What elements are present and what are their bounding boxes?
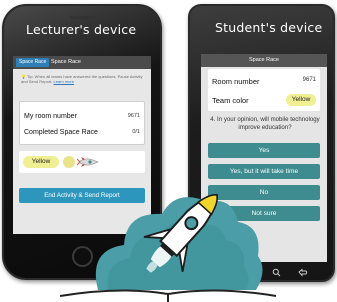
back-icon[interactable] <box>298 268 308 279</box>
student-room-value: 9671 <box>302 77 316 83</box>
team-color-badge: Yellow <box>23 156 59 168</box>
answer-button-yes-later[interactable]: Yes, but it will take time <box>208 164 320 179</box>
student-team-badge: Yellow <box>286 94 316 106</box>
earpiece-speaker <box>70 16 96 19</box>
student-info-card: Room number 9671 Team color Yellow <box>208 69 320 111</box>
top-bar-title: Space Race <box>51 59 81 65</box>
answer-button-not-sure[interactable]: Not sure <box>208 206 320 221</box>
completed-label: Completed Space Race <box>24 129 98 136</box>
answer-button-no[interactable]: No <box>208 185 320 200</box>
team-progress-row: Yellow <box>19 151 145 173</box>
lecturer-device-label: Lecturer's device <box>26 22 137 37</box>
search-icon[interactable] <box>272 268 281 279</box>
team-color-label: Team color <box>212 96 249 105</box>
team-color-dot <box>63 156 75 168</box>
tip-message: 💡 Tip: When all teams have answered the … <box>21 74 145 84</box>
home-icon[interactable] <box>246 268 255 279</box>
completed-value: 0/1 <box>132 129 140 135</box>
student-room-row: Room number 9671 <box>212 77 316 86</box>
student-phone: Student's device Space Race Room number … <box>188 4 335 282</box>
lecturer-top-bar: Space Race Space Race <box>13 56 151 69</box>
tab-space-race[interactable]: Space Race <box>16 58 50 67</box>
student-device-label: Student's device <box>215 20 323 35</box>
end-activity-button[interactable]: End Activity & Send Report <box>19 188 145 203</box>
room-number-value: 9671 <box>127 113 140 119</box>
room-number-row: My room number 9671 <box>24 113 140 120</box>
student-top-bar-title: Space Race <box>249 57 279 63</box>
lecturer-screen: Space Race Space Race 💡 Tip: When all te… <box>13 56 151 234</box>
room-number-label: My room number <box>24 113 77 120</box>
student-team-row: Team color Yellow <box>212 94 316 106</box>
book-icon <box>59 289 277 302</box>
student-screen: Space Race Room number 9671 Team color Y… <box>201 54 327 262</box>
rocket-progress-icon <box>77 157 99 167</box>
question-text: 4. In your opinion, will mobile technolo… <box>210 116 320 131</box>
home-button[interactable] <box>72 246 93 267</box>
answer-button-yes[interactable]: Yes <box>208 143 320 158</box>
learn-more-link[interactable]: Learn more <box>53 79 73 84</box>
tip-text: Tip: When all teams have answered the qu… <box>21 74 143 84</box>
student-room-label: Room number <box>212 77 260 86</box>
lecturer-stats-card: My room number 9671 Completed Space Race… <box>19 101 145 145</box>
completed-row: Completed Space Race 0/1 <box>24 129 140 136</box>
lecturer-phone: Lecturer's device Space Race Space Race … <box>2 4 162 280</box>
student-top-bar: Space Race <box>201 54 327 67</box>
